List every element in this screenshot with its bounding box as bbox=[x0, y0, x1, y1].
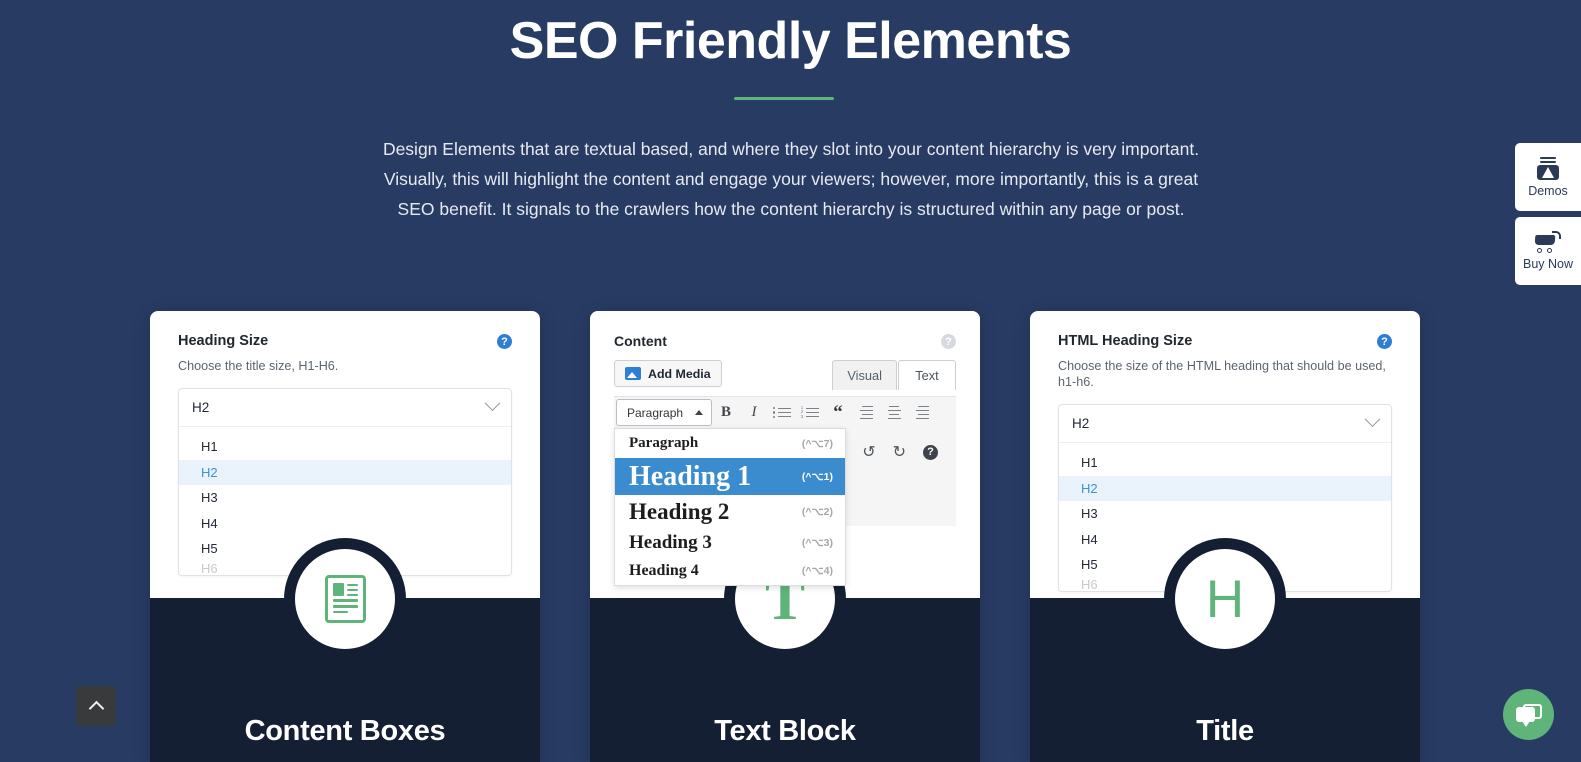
select-option-selected[interactable]: H2 bbox=[1059, 475, 1391, 501]
select-option[interactable]: H1 bbox=[179, 434, 511, 460]
panel-header: HTML Heading Size ? bbox=[1058, 333, 1392, 349]
shopping-cart-icon bbox=[1534, 231, 1561, 253]
format-item-label: Heading 4 bbox=[629, 562, 699, 579]
toolbar-icon-row: Paragraph B I 123 “ bbox=[614, 397, 956, 428]
page-title: SEO Friendly Elements bbox=[509, 12, 1072, 70]
chevron-up-icon bbox=[88, 700, 104, 716]
select-current-value: H2 bbox=[192, 400, 210, 415]
card-body: T Text Block bbox=[590, 538, 980, 762]
add-media-button[interactable]: Add Media bbox=[614, 360, 722, 387]
help-circle-icon[interactable]: ? bbox=[497, 334, 512, 349]
card-title: Content Boxes bbox=[244, 715, 446, 747]
buy-now-button[interactable]: Buy Now bbox=[1515, 217, 1581, 285]
card-icon-badge bbox=[284, 538, 406, 660]
editor-header: Content ? bbox=[614, 333, 956, 349]
help-circle-icon[interactable]: ? bbox=[941, 334, 956, 349]
tab-text[interactable]: Text bbox=[898, 360, 956, 390]
editor-top-bar: Add Media Visual Text bbox=[614, 360, 956, 390]
format-item-label: Paragraph bbox=[629, 435, 699, 451]
panel-header: Heading Size ? bbox=[178, 333, 512, 349]
select-value-row[interactable]: H2 bbox=[179, 389, 511, 427]
back-to-top-button[interactable] bbox=[76, 686, 116, 726]
select-current-value: H2 bbox=[1072, 416, 1090, 431]
demos-button-label: Demos bbox=[1528, 183, 1568, 198]
card-screenshot: Content ? Add Media Visual Text Paragrap… bbox=[590, 311, 980, 598]
panel-description: Choose the title size, H1-H6. bbox=[178, 359, 339, 373]
format-dropdown-menu: Paragraph (^⌥7) Heading 1 (^⌥1) Heading … bbox=[614, 428, 846, 586]
intro-paragraph: Design Elements that are textual based, … bbox=[382, 139, 1200, 219]
title-underline-rule bbox=[734, 97, 834, 100]
select-value-row[interactable]: H2 bbox=[1059, 405, 1391, 443]
feature-card-content-boxes[interactable]: Heading Size ? Choose the title size, H1… bbox=[150, 311, 540, 762]
format-item-shortcut: (^⌥4) bbox=[801, 565, 833, 577]
buy-now-button-label: Buy Now bbox=[1522, 257, 1574, 271]
select-option[interactable]: H4 bbox=[179, 511, 511, 537]
floating-action-stack: Demos Buy Now bbox=[1515, 143, 1581, 291]
select-option[interactable]: H3 bbox=[1059, 501, 1391, 527]
undo-icon[interactable]: ↺ bbox=[862, 442, 875, 462]
format-item-shortcut: (^⌥7) bbox=[801, 437, 833, 450]
card-icon-badge: H bbox=[1164, 538, 1286, 660]
feature-card-title[interactable]: HTML Heading Size ? Choose the size of t… bbox=[1030, 311, 1420, 762]
card-body: H Title bbox=[1030, 538, 1420, 762]
help-keyboard-icon[interactable]: ? bbox=[923, 444, 938, 460]
editor-history-row: ↺ ↻ ? bbox=[862, 442, 938, 462]
bulleted-list-icon[interactable] bbox=[768, 399, 796, 427]
card-title: Title bbox=[1196, 715, 1254, 747]
chat-bubbles-icon bbox=[1515, 703, 1542, 727]
feature-card-text-block[interactable]: Content ? Add Media Visual Text Paragrap… bbox=[590, 311, 980, 762]
document-lines-icon bbox=[324, 575, 366, 623]
format-menu-item-heading-1[interactable]: Heading 1 (^⌥1) bbox=[615, 458, 845, 495]
select-option[interactable]: H3 bbox=[179, 485, 511, 511]
caret-up-icon bbox=[695, 410, 704, 415]
align-center-icon[interactable] bbox=[880, 399, 908, 427]
format-item-label: Heading 1 bbox=[629, 460, 752, 492]
demos-button[interactable]: Demos bbox=[1515, 143, 1581, 211]
redo-icon[interactable]: ↻ bbox=[893, 442, 906, 462]
chevron-down-icon bbox=[484, 395, 501, 412]
card-body: Content Boxes bbox=[150, 538, 540, 762]
page-root: SEO Friendly Elements Design Elements th… bbox=[0, 0, 1581, 762]
align-left-icon[interactable] bbox=[852, 399, 880, 427]
format-item-shortcut: (^⌥2) bbox=[801, 505, 833, 518]
blockquote-icon[interactable]: “ bbox=[824, 399, 852, 427]
feature-card-list: Heading Size ? Choose the title size, H1… bbox=[150, 311, 1421, 762]
format-select-button[interactable]: Paragraph bbox=[616, 399, 713, 426]
card-title: Text Block bbox=[714, 715, 856, 747]
format-menu-item-paragraph[interactable]: Paragraph (^⌥7) bbox=[615, 429, 845, 458]
bold-icon[interactable]: B bbox=[712, 399, 740, 427]
add-media-label: Add Media bbox=[648, 366, 711, 381]
image-icon bbox=[625, 367, 641, 380]
select-option[interactable]: H1 bbox=[1059, 450, 1391, 476]
letter-h-icon: H bbox=[1205, 569, 1245, 629]
editor-mode-tabs: Visual Text bbox=[832, 360, 956, 390]
editor-label: Content bbox=[614, 333, 667, 349]
panel-description: Choose the size of the HTML heading that… bbox=[1058, 359, 1386, 389]
help-circle-icon[interactable]: ? bbox=[1377, 334, 1392, 349]
format-select-value: Paragraph bbox=[627, 405, 684, 420]
numbered-list-icon[interactable]: 123 bbox=[796, 399, 824, 427]
format-item-label: Heading 3 bbox=[629, 531, 712, 553]
demos-stack-icon bbox=[1536, 156, 1560, 180]
format-item-shortcut: (^⌥3) bbox=[801, 536, 833, 549]
format-item-shortcut: (^⌥1) bbox=[801, 470, 833, 483]
format-menu-item-heading-4[interactable]: Heading 4 (^⌥4) bbox=[615, 557, 845, 585]
italic-icon[interactable]: I bbox=[740, 399, 768, 427]
panel-label: HTML Heading Size bbox=[1058, 333, 1193, 349]
format-menu-item-heading-2[interactable]: Heading 2 (^⌥2) bbox=[615, 495, 845, 528]
panel-label: Heading Size bbox=[178, 333, 269, 349]
editor-toolbar: Paragraph B I 123 “ ↺ ↻ ? Paragraph (^⌥7… bbox=[614, 396, 956, 586]
tab-visual[interactable]: Visual bbox=[832, 360, 897, 390]
format-item-label: Heading 2 bbox=[629, 498, 730, 524]
chevron-down-icon bbox=[1364, 411, 1381, 428]
select-option-selected[interactable]: H2 bbox=[179, 459, 511, 485]
chat-widget-button[interactable] bbox=[1503, 689, 1554, 740]
format-menu-item-heading-3[interactable]: Heading 3 (^⌥3) bbox=[615, 528, 845, 557]
align-right-icon[interactable] bbox=[908, 399, 936, 427]
wp-editor: Content ? Add Media Visual Text Paragrap… bbox=[590, 311, 980, 598]
